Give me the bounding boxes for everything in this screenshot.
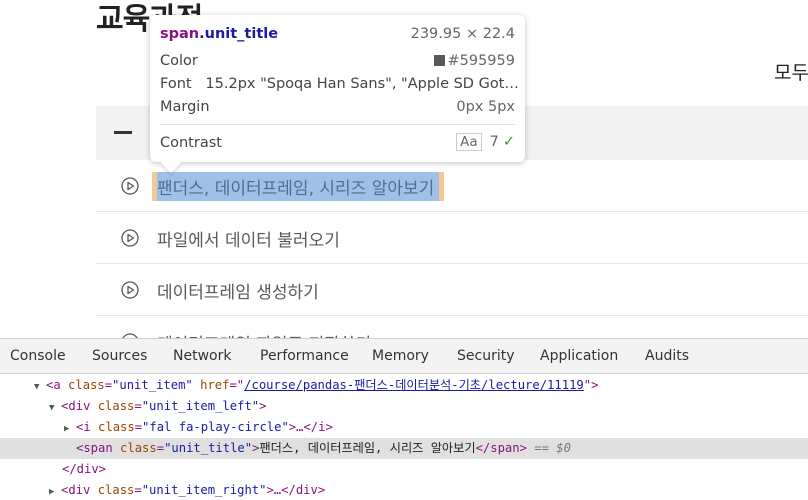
tooltip-header: span.unit_title 239.95 × 22.4 xyxy=(160,26,515,42)
contrast-aa-badge: Aa xyxy=(456,133,482,151)
tooltip-color-row: Color #595959 xyxy=(160,53,515,69)
unit-title: 팬더스, 데이터프레임, 시리즈 알아보기 xyxy=(157,172,440,201)
color-label: Color xyxy=(160,53,198,69)
dom-node-div-close[interactable]: </div> xyxy=(0,459,808,480)
tab-network[interactable]: Network xyxy=(173,348,231,364)
tab-performance[interactable]: Performance xyxy=(260,348,349,364)
play-circle-icon xyxy=(121,229,139,247)
tab-application[interactable]: Application xyxy=(540,348,618,364)
font-value: 15.2px "Spoqa Han Sans", "Apple SD Got… xyxy=(205,76,519,92)
devtools-panel: Console Sources Network Performance Memo… xyxy=(0,338,808,500)
devtools-tabbar: Console Sources Network Performance Memo… xyxy=(0,339,808,374)
collapse-minus-icon[interactable] xyxy=(114,131,132,134)
color-swatch-icon xyxy=(434,55,446,66)
unit-item[interactable]: 팬더스, 데이터프레임, 시리즈 알아보기 xyxy=(96,160,808,212)
expanded-triangle-icon[interactable]: ▼ xyxy=(49,398,61,419)
tooltip-selector: span.unit_title xyxy=(160,26,279,42)
contrast-value: 7 xyxy=(489,134,499,150)
view-all-link[interactable]: 모두 xyxy=(774,58,808,85)
tab-sources[interactable]: Sources xyxy=(92,348,147,364)
href-link[interactable]: /course/pandas-팬더스-데이터분석-기초/lecture/1111… xyxy=(244,378,584,392)
tab-audits[interactable]: Audits xyxy=(645,348,689,364)
tooltip-font-row: Font 15.2px "Spoqa Han Sans", "Apple SD … xyxy=(160,76,519,92)
check-icon: ✓ xyxy=(502,134,515,150)
tooltip-size: 239.95 × 22.4 xyxy=(410,26,515,42)
unit-item[interactable]: 데이터프레임 파일로 저장하기 xyxy=(96,316,808,338)
dom-node-div-right[interactable]: ▶ <div class="unit_item_right">…</div> xyxy=(0,480,808,500)
dom-node-a[interactable]: ▼ <a class="unit_item" href="/course/pand… xyxy=(0,375,808,396)
tooltip-margin-row: Margin 0px 5px xyxy=(160,99,515,115)
tab-console[interactable]: Console xyxy=(10,348,66,364)
dom-node-div-left[interactable]: ▼ <div class="unit_item_left"> xyxy=(0,396,808,417)
unit-title: 데이터프레임 파일로 저장하기 xyxy=(157,328,376,338)
unit-item[interactable]: 데이터프레임 생성하기 xyxy=(96,264,808,316)
tab-security[interactable]: Security xyxy=(457,348,515,364)
font-label: Font xyxy=(160,76,192,92)
unit-item[interactable]: 파일에서 데이터 불러오기 xyxy=(96,212,808,264)
unit-title: 파일에서 데이터 불러오기 xyxy=(157,231,340,251)
color-value: #595959 xyxy=(447,53,515,69)
expanded-triangle-icon[interactable]: ▼ xyxy=(34,377,46,398)
inspect-tooltip: span.unit_title 239.95 × 22.4 Color #595… xyxy=(150,15,525,162)
tab-memory[interactable]: Memory xyxy=(372,348,429,364)
collapsed-triangle-icon[interactable]: ▶ xyxy=(64,419,76,440)
tooltip-divider xyxy=(160,124,515,125)
dom-node-span-selected[interactable]: <span class="unit_title">팬더스, 데이터프레임, 시리… xyxy=(0,438,808,459)
margin-value: 0px 5px xyxy=(456,99,515,115)
contrast-label: Contrast xyxy=(160,135,222,151)
dom-node-i[interactable]: ▶ <i class="fal fa-play-circle">…</i> xyxy=(0,417,808,438)
play-circle-icon xyxy=(121,177,139,195)
play-circle-icon xyxy=(121,281,139,299)
unit-title: 데이터프레임 생성하기 xyxy=(157,283,319,303)
collapsed-triangle-icon[interactable]: ▶ xyxy=(49,482,61,500)
margin-label: Margin xyxy=(160,99,210,115)
tooltip-contrast-row: Contrast Aa 7 ✓ xyxy=(160,133,515,151)
